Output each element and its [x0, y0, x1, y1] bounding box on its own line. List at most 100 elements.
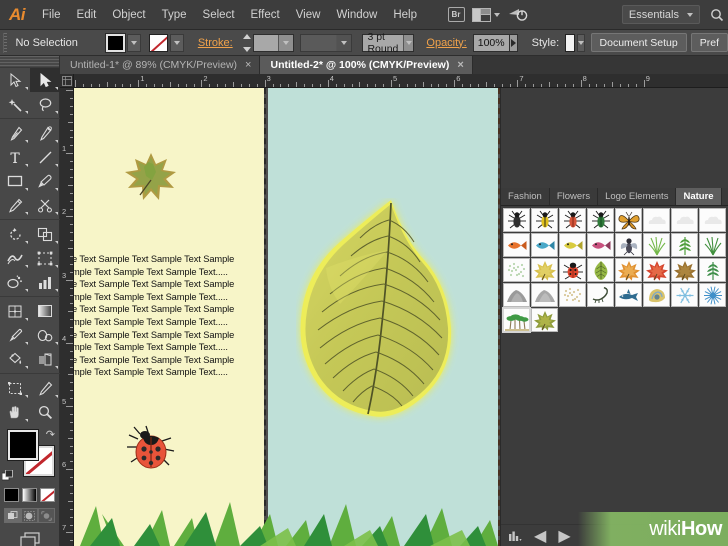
fish-orange-symbol[interactable]: [503, 233, 530, 257]
stepper-down-icon[interactable]: [243, 47, 251, 52]
screen-mode-button[interactable]: [0, 531, 59, 546]
oak-leaf-brown-symbol[interactable]: [671, 258, 698, 282]
shark-symbol[interactable]: [615, 283, 642, 307]
rotate-tool[interactable]: [0, 222, 30, 246]
ladybug-symbol[interactable]: [124, 425, 178, 473]
swap-fill-stroke-icon[interactable]: ↷: [46, 428, 55, 441]
draw-inside-button[interactable]: [38, 508, 55, 523]
grass-blade-symbol[interactable]: [643, 233, 670, 257]
document-setup-button[interactable]: Document Setup: [591, 33, 687, 52]
symbol-library-tab-nature[interactable]: Nature: [676, 188, 721, 205]
bridge-button[interactable]: Br: [443, 0, 469, 30]
hand-tool[interactable]: [0, 400, 30, 424]
symbol-sprayer-tool[interactable]: [0, 270, 30, 294]
opacity-popup-button[interactable]: [510, 34, 518, 52]
device-central-button[interactable]: [503, 0, 533, 30]
chevron-down-icon[interactable]: [336, 35, 351, 51]
eyedropper-tool[interactable]: [0, 323, 30, 347]
scorpion-symbol[interactable]: [587, 283, 614, 307]
butterfly-symbol[interactable]: [615, 208, 642, 232]
stroke-weight-combo[interactable]: [253, 34, 294, 52]
stroke-weight-stepper[interactable]: [243, 34, 251, 52]
brush-definition-combo[interactable]: 3 pt Round: [362, 34, 414, 52]
stepper-up-icon[interactable]: [243, 34, 251, 39]
opacity-input[interactable]: 100%: [473, 34, 510, 52]
tab-untitled-2[interactable]: Untitled-2* @ 100% (CMYK/Preview) ×: [260, 56, 472, 74]
symbol-library-tab-flowers[interactable]: Flowers: [550, 188, 598, 205]
rock-large-symbol[interactable]: [503, 283, 530, 307]
artboard-1[interactable]: e Text Sample Text Sample Text Samplempl…: [74, 88, 264, 546]
fern-leaf-symbol[interactable]: [699, 258, 726, 282]
stroke-label[interactable]: Stroke:: [192, 37, 239, 49]
fly-symbol[interactable]: [615, 233, 642, 257]
fill-swatch[interactable]: [106, 34, 125, 52]
birch-leaf-artwork[interactable]: [296, 198, 466, 428]
artboard-tool[interactable]: [0, 376, 30, 400]
menu-effect[interactable]: Effect: [243, 0, 288, 30]
beetle-green-symbol[interactable]: [587, 208, 614, 232]
menu-edit[interactable]: Edit: [69, 0, 105, 30]
sand-symbol[interactable]: [559, 283, 586, 307]
menu-file[interactable]: File: [34, 0, 69, 30]
perspective-grid-tool[interactable]: [30, 347, 60, 371]
birch-leaf-symbol[interactable]: [587, 258, 614, 282]
stroke-profile-combo[interactable]: [300, 34, 352, 52]
horizontal-ruler[interactable]: 123456789: [74, 74, 728, 88]
maple-leaf-red-symbol[interactable]: [643, 258, 670, 282]
menu-window[interactable]: Window: [328, 0, 385, 30]
stroke-dropdown-button[interactable]: [170, 34, 184, 52]
maple-leaf-orange-symbol[interactable]: [615, 258, 642, 282]
gradient-button[interactable]: [22, 488, 37, 502]
tools-panel-grip[interactable]: [0, 56, 59, 68]
column-graph-tool[interactable]: [30, 270, 60, 294]
sun-burst-symbol[interactable]: [699, 283, 726, 307]
draw-normal-button[interactable]: [4, 508, 21, 523]
beetle-red-symbol[interactable]: [559, 208, 586, 232]
none-button[interactable]: [40, 488, 55, 502]
fish-yellow-symbol[interactable]: [559, 233, 586, 257]
ruler-origin[interactable]: [60, 74, 74, 88]
scissors-tool[interactable]: [30, 193, 60, 217]
stone-symbol[interactable]: [531, 283, 558, 307]
stroke-color-control[interactable]: [149, 34, 184, 52]
arrange-documents-button[interactable]: [469, 0, 503, 30]
graphic-style-swatch[interactable]: [565, 34, 574, 52]
line-segment-tool[interactable]: [30, 145, 60, 169]
search-button[interactable]: [706, 4, 728, 26]
symbol-library-tab-logo-elements[interactable]: Logo Elements: [598, 188, 676, 205]
draw-behind-button[interactable]: [21, 508, 38, 523]
vertical-ruler[interactable]: 1234567: [60, 88, 74, 546]
selection-tool[interactable]: [0, 68, 30, 92]
rectangle-tool[interactable]: [0, 169, 30, 193]
type-tool[interactable]: T: [0, 145, 30, 169]
ladybug-symbol[interactable]: [559, 258, 586, 282]
cloud-1-symbol[interactable]: [643, 208, 670, 232]
ant-symbol[interactable]: [503, 208, 530, 232]
fill-color-box[interactable]: [8, 430, 38, 460]
reed-grass-symbol[interactable]: [699, 233, 726, 257]
cloud-3-symbol[interactable]: [699, 208, 726, 232]
chevron-down-icon[interactable]: [403, 35, 414, 51]
fish-tropical-symbol[interactable]: [587, 233, 614, 257]
gradient-tool[interactable]: [30, 299, 60, 323]
color-button[interactable]: [4, 488, 19, 502]
slice-tool[interactable]: [30, 376, 60, 400]
palm-trees-symbol[interactable]: [503, 308, 530, 332]
magic-wand-tool[interactable]: [0, 92, 30, 116]
opacity-label[interactable]: Opacity:: [420, 37, 472, 49]
library-menu-icon[interactable]: [508, 530, 522, 542]
cloud-2-symbol[interactable]: [671, 208, 698, 232]
close-icon[interactable]: ×: [245, 60, 251, 71]
preferences-button[interactable]: Pref: [691, 33, 728, 52]
menu-view[interactable]: View: [288, 0, 329, 30]
graphic-style-dropdown-button[interactable]: [577, 34, 585, 52]
live-paint-bucket-tool[interactable]: [0, 347, 30, 371]
snowflake-symbol[interactable]: [671, 283, 698, 307]
menu-select[interactable]: Select: [195, 0, 243, 30]
workspace-switcher[interactable]: Essentials: [622, 5, 700, 24]
menu-help[interactable]: Help: [385, 0, 425, 30]
chevron-down-icon[interactable]: [278, 35, 293, 51]
mesh-tool[interactable]: [0, 299, 30, 323]
maple-leaf-yellow-symbol[interactable]: [531, 258, 558, 282]
fish-blue-symbol[interactable]: [531, 233, 558, 257]
